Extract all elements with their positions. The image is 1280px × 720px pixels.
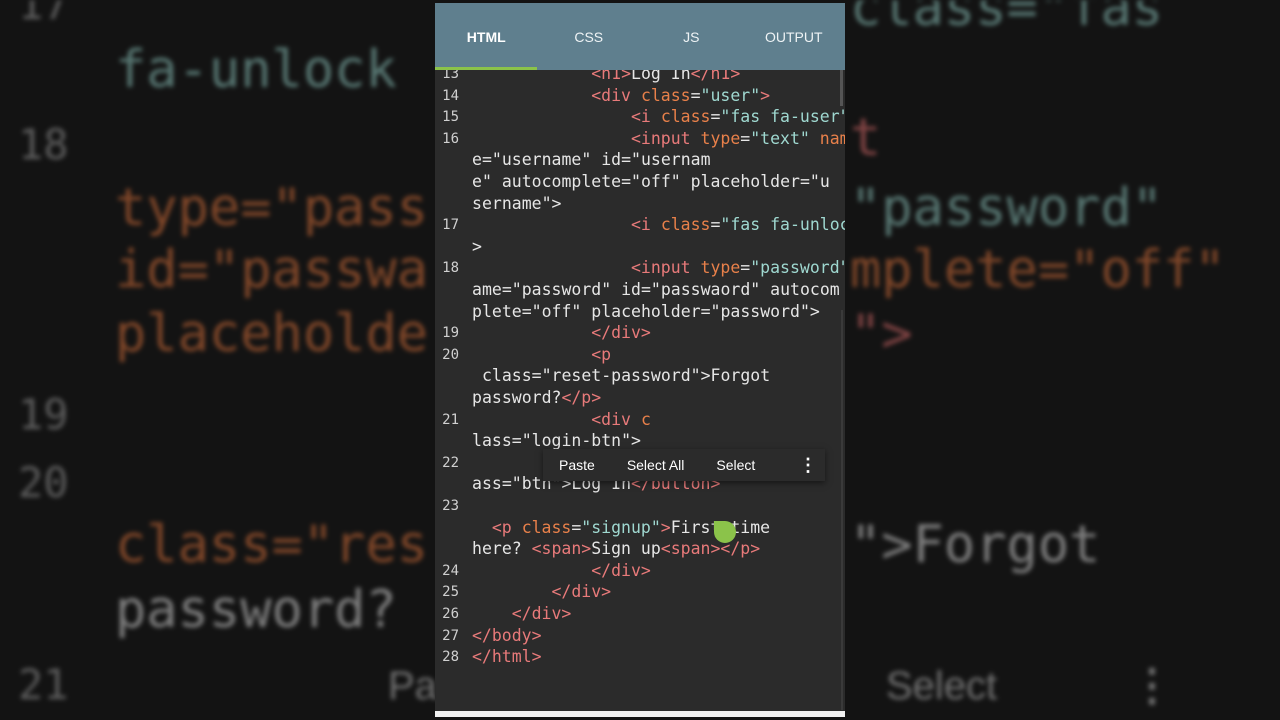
line-number: 26 bbox=[442, 606, 459, 622]
bg-code-fragment: password? bbox=[115, 580, 397, 640]
more-vertical-icon[interactable]: ⋮ bbox=[791, 455, 825, 476]
bg-more-icon: ⋮ bbox=[1130, 661, 1174, 710]
select-all-button[interactable]: Select All bbox=[611, 457, 701, 473]
scrollbar-thumb[interactable] bbox=[840, 70, 843, 106]
code-text: </div> bbox=[591, 323, 651, 343]
bg-code-fragment: type="pass bbox=[115, 178, 429, 238]
tab-output[interactable]: OUTPUT bbox=[743, 3, 846, 70]
tab-html[interactable]: HTML bbox=[435, 3, 538, 70]
code-text: <input type="password" n ame="password" … bbox=[472, 258, 845, 321]
code-editor[interactable]: 13 <h1>Log In</h1> 14 <div class="user"> 1… bbox=[435, 70, 845, 712]
bg-code-fragment: mplete="off" bbox=[850, 240, 1226, 300]
bg-code-fragment: fa-unlock bbox=[115, 40, 397, 100]
line-number: 20 bbox=[442, 346, 459, 363]
bg-code-fragment: "password" bbox=[850, 178, 1164, 238]
bg-code-fragment: id="passwa bbox=[115, 240, 429, 300]
bottom-edge-bar bbox=[435, 711, 845, 717]
tab-bar: HTML CSS JS OUTPUT bbox=[435, 3, 845, 70]
bg-line-number: 19 bbox=[18, 390, 69, 439]
line-number: 18 bbox=[442, 260, 459, 277]
line-number: 27 bbox=[442, 627, 459, 644]
code-text: </body> bbox=[472, 625, 542, 645]
code-text: <i class="fas fa-unlock-alt"></i > bbox=[472, 215, 845, 256]
code-text: <div class="user"> bbox=[591, 85, 771, 105]
bg-code-fragment: class="fas bbox=[850, 0, 1164, 38]
selection-handle[interactable] bbox=[714, 521, 736, 543]
line-number: 23 bbox=[442, 498, 459, 514]
code-text: <p class="reset-password">Forgot passwor… bbox=[472, 344, 771, 407]
code-text: </html> bbox=[472, 647, 542, 667]
bg-select-label: Select bbox=[886, 664, 998, 708]
bg-code-fragment: "> bbox=[850, 304, 913, 364]
phone-screen: HTML CSS JS OUTPUT 13 <h1>Log In</h1> 14 … bbox=[435, 3, 845, 717]
bg-line-number: 21 bbox=[18, 660, 69, 709]
bg-code-fragment: placeholde bbox=[115, 304, 429, 364]
code-text: </div> bbox=[551, 582, 612, 602]
bg-code-fragment: t bbox=[850, 108, 882, 168]
bg-code-fragment: ">Forgot bbox=[850, 515, 1101, 575]
line-number: 28 bbox=[442, 649, 459, 666]
code-text: <i class="fas fa-user"></i> bbox=[631, 107, 845, 127]
line-number: 17 bbox=[442, 217, 459, 234]
bg-line-number: 18 bbox=[18, 120, 69, 169]
line-number: 13 bbox=[442, 70, 459, 82]
scrollbar-track bbox=[841, 310, 843, 710]
line-number: 14 bbox=[442, 87, 459, 104]
bg-paste-label: Pa bbox=[388, 664, 437, 708]
tab-js[interactable]: JS bbox=[640, 3, 743, 70]
code-text: <div c lass="login-btn"> bbox=[472, 409, 651, 451]
line-number: 25 bbox=[442, 584, 459, 601]
tab-css[interactable]: CSS bbox=[538, 3, 641, 70]
line-number: 24 bbox=[442, 562, 459, 579]
line-number: 16 bbox=[442, 130, 459, 147]
bg-line-number: 20 bbox=[18, 458, 69, 507]
code-text: <input type="text" nam e="username" id="… bbox=[472, 128, 845, 213]
paste-button[interactable]: Paste bbox=[543, 457, 611, 473]
line-number: 19 bbox=[442, 325, 459, 342]
code-text: <h1>Log In</h1> bbox=[591, 70, 741, 83]
text-selection-menu: Paste Select All Select ⋮ bbox=[543, 449, 825, 481]
bg-code-fragment: class="res bbox=[115, 515, 429, 575]
line-number: 22 bbox=[442, 454, 459, 471]
bg-line-number: 17 bbox=[18, 0, 69, 29]
code-text: </div> bbox=[591, 560, 651, 580]
line-number: 15 bbox=[442, 109, 459, 126]
select-button[interactable]: Select bbox=[700, 457, 771, 473]
code-text: </div> bbox=[511, 604, 572, 623]
line-number: 21 bbox=[442, 411, 459, 428]
